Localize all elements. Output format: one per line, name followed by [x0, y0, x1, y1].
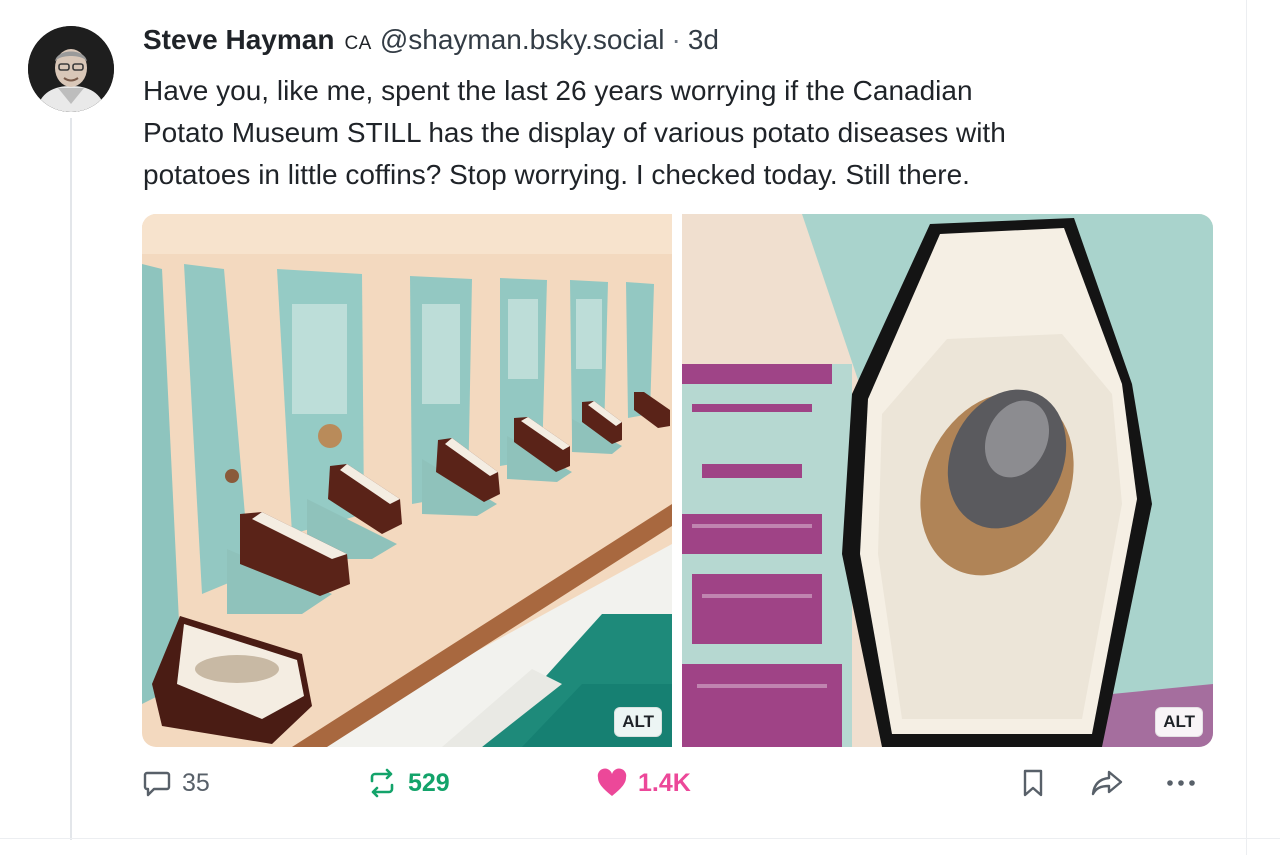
author-name[interactable]: Steve Hayman	[143, 24, 334, 56]
post-header: Steve Hayman CA @shayman.bsky.social · 3…	[143, 24, 719, 64]
like-button[interactable]: 1.4K	[596, 768, 691, 798]
author-handle[interactable]: @shayman.bsky.social	[380, 24, 665, 56]
bookmark-icon	[1020, 768, 1046, 798]
thread-line	[70, 118, 72, 840]
post-text: Have you, like me, spent the last 26 yea…	[143, 70, 1223, 196]
post-image-left[interactable]: ALT	[142, 214, 672, 747]
reply-count: 35	[182, 768, 210, 797]
reply-icon	[142, 768, 172, 798]
repost-icon	[366, 768, 398, 798]
separator-dot: ·	[671, 24, 681, 55]
alt-text-button[interactable]: ALT	[614, 707, 662, 737]
alt-text-button[interactable]: ALT	[1155, 707, 1203, 737]
reply-button[interactable]: 35	[142, 768, 210, 798]
avatar[interactable]	[28, 26, 114, 112]
share-button[interactable]	[1090, 768, 1124, 798]
post-text-line: Have you, like me, spent the last 26 yea…	[143, 75, 973, 106]
more-options-button[interactable]	[1164, 768, 1198, 798]
like-count: 1.4K	[638, 768, 691, 797]
more-icon	[1164, 768, 1198, 798]
post-actions: 35 529 1.4K	[0, 768, 1280, 810]
post-text-line: Potato Museum STILL has the display of v…	[143, 117, 1006, 148]
repost-count: 529	[408, 768, 450, 797]
heart-icon	[596, 768, 628, 798]
post-image-right[interactable]: ALT	[682, 214, 1213, 747]
post-divider	[0, 838, 1280, 839]
share-icon	[1090, 768, 1124, 798]
post-age[interactable]: 3d	[688, 24, 719, 56]
column-border	[1246, 0, 1247, 855]
author-flag: CA	[344, 33, 372, 54]
post-text-line: potatoes in little coffins? Stop worryin…	[143, 159, 970, 190]
bookmark-button[interactable]	[1020, 768, 1046, 798]
repost-button[interactable]: 529	[366, 768, 450, 798]
